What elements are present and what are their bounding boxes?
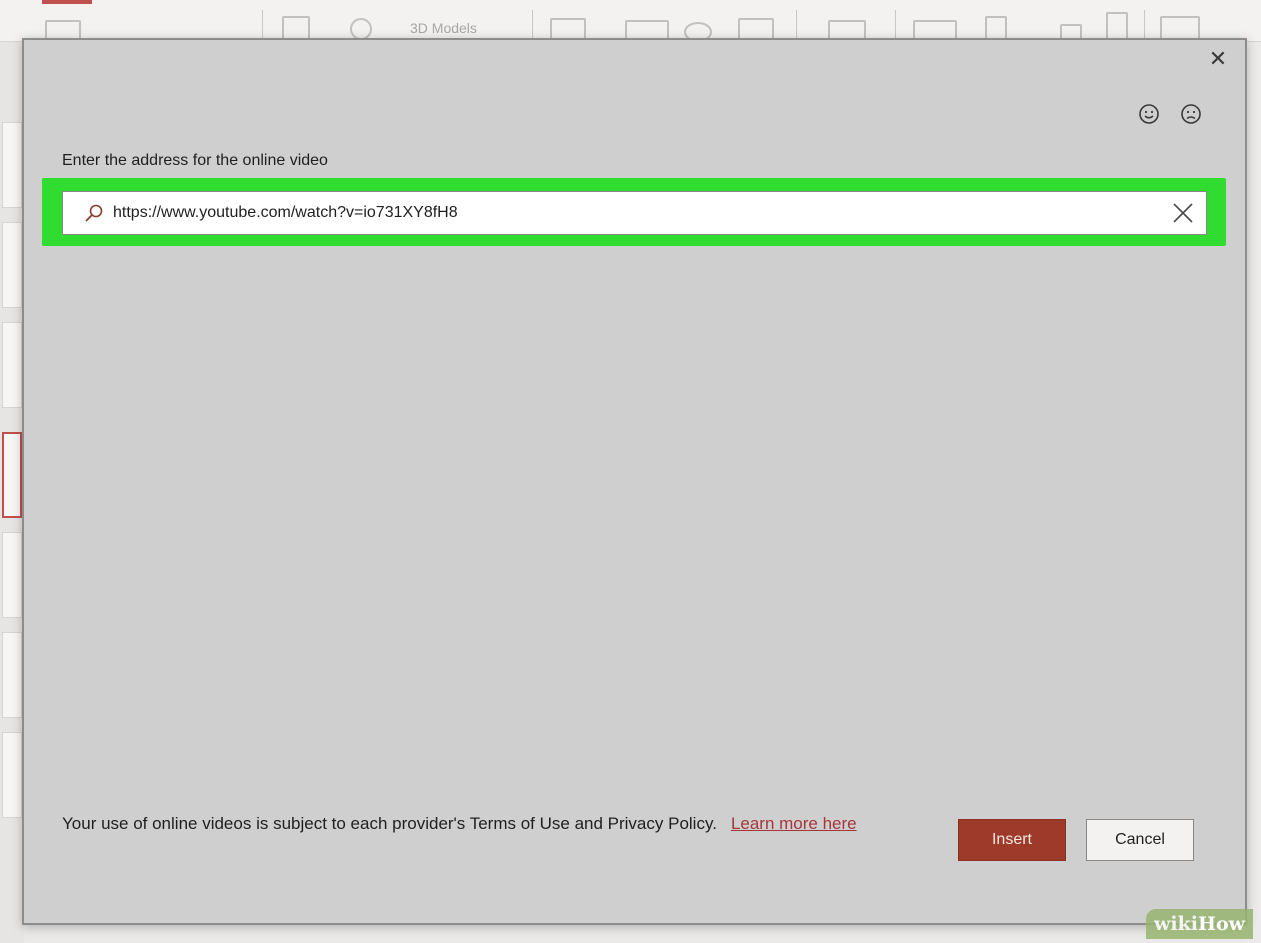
slide-thumbnail (2, 122, 22, 208)
active-tab-indicator (42, 0, 92, 4)
right-panel-edge (1245, 42, 1261, 943)
wikihow-watermark: wiki How (1146, 909, 1253, 939)
ribbon: 3D Models (0, 0, 1261, 42)
watermark-part-a: wiki (1154, 913, 1199, 935)
feedback-controls (1137, 102, 1203, 126)
video-url-input[interactable] (105, 192, 1168, 234)
watermark-part-b: How (1198, 913, 1245, 935)
slide-thumbnail (2, 632, 22, 718)
slide-thumbnail (2, 322, 22, 408)
ribbon-separator (1144, 10, 1145, 38)
clear-icon[interactable] (1168, 198, 1198, 228)
ribbon-3d-models-label: 3D Models (410, 20, 477, 36)
ribbon-separator (532, 10, 533, 38)
search-icon (83, 202, 105, 224)
close-icon: ✕ (1208, 46, 1228, 72)
frown-icon[interactable] (1179, 102, 1203, 126)
slide-thumbnail (2, 222, 22, 308)
cancel-button[interactable]: Cancel (1086, 819, 1194, 861)
ribbon-separator (895, 10, 896, 38)
ribbon-separator (796, 10, 797, 38)
ribbon-separator (262, 10, 263, 38)
smile-icon[interactable] (1137, 102, 1161, 126)
learn-more-link[interactable]: Learn more here (731, 814, 857, 833)
terms-notice: Your use of online videos is subject to … (62, 810, 912, 837)
url-field-container[interactable] (62, 191, 1207, 235)
slide-thumbnail (2, 732, 22, 818)
online-video-dialog: ✕ Enter the address for the online video (22, 38, 1247, 925)
slide-thumbnail-pane (0, 42, 24, 943)
close-button[interactable]: ✕ (1205, 46, 1231, 72)
video-address-label: Enter the address for the online video (62, 152, 328, 169)
insert-button[interactable]: Insert (958, 819, 1066, 861)
terms-text: Your use of online videos is subject to … (62, 814, 717, 833)
ribbon-audio-icon (1106, 12, 1128, 40)
slide-thumbnail (2, 532, 22, 618)
ribbon-icons-icon (350, 18, 372, 40)
slide-thumbnail-selected (2, 432, 22, 518)
